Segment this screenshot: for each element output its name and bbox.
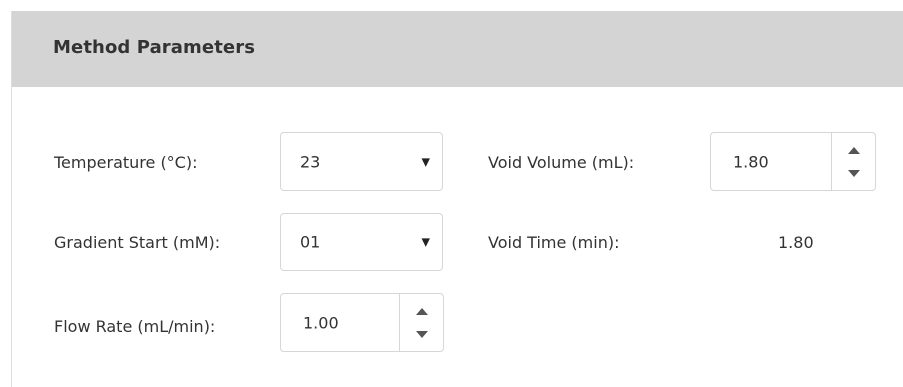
spin-up-icon[interactable]: [847, 147, 860, 154]
spin-down-icon[interactable]: [847, 170, 860, 177]
method-parameters-panel: Method Parameters Temperature (°C): 23 ▼…: [11, 11, 903, 387]
void-volume-stepper[interactable]: [831, 133, 875, 190]
temperature-value: 23: [300, 152, 321, 171]
gradient-start-select[interactable]: 01 ▼: [280, 213, 443, 271]
panel-header: Method Parameters: [12, 11, 903, 87]
temperature-select[interactable]: 23 ▼: [280, 132, 443, 191]
gradient-start-value: 01: [300, 232, 321, 252]
flow-rate-label: Flow Rate (mL/min):: [54, 317, 216, 336]
panel-title: Method Parameters: [53, 37, 256, 58]
void-time-label: Void Time (min):: [488, 233, 620, 252]
flow-rate-input[interactable]: 1.00: [280, 293, 444, 352]
void-volume-input[interactable]: 1.80: [710, 132, 876, 191]
gradient-start-label: Gradient Start (mM):: [54, 233, 221, 252]
flow-rate-value: 1.00: [303, 313, 339, 332]
spin-up-icon[interactable]: [415, 308, 428, 315]
spin-down-icon[interactable]: [415, 331, 428, 338]
caret-down-icon: ▼: [421, 155, 430, 168]
flow-rate-stepper[interactable]: [399, 294, 443, 351]
temperature-label: Temperature (°C):: [54, 153, 198, 172]
void-time-value: 1.80: [778, 233, 814, 252]
void-volume-value: 1.80: [733, 152, 769, 171]
void-volume-label: Void Volume (mL):: [488, 153, 635, 172]
caret-down-icon: ▼: [421, 235, 430, 249]
